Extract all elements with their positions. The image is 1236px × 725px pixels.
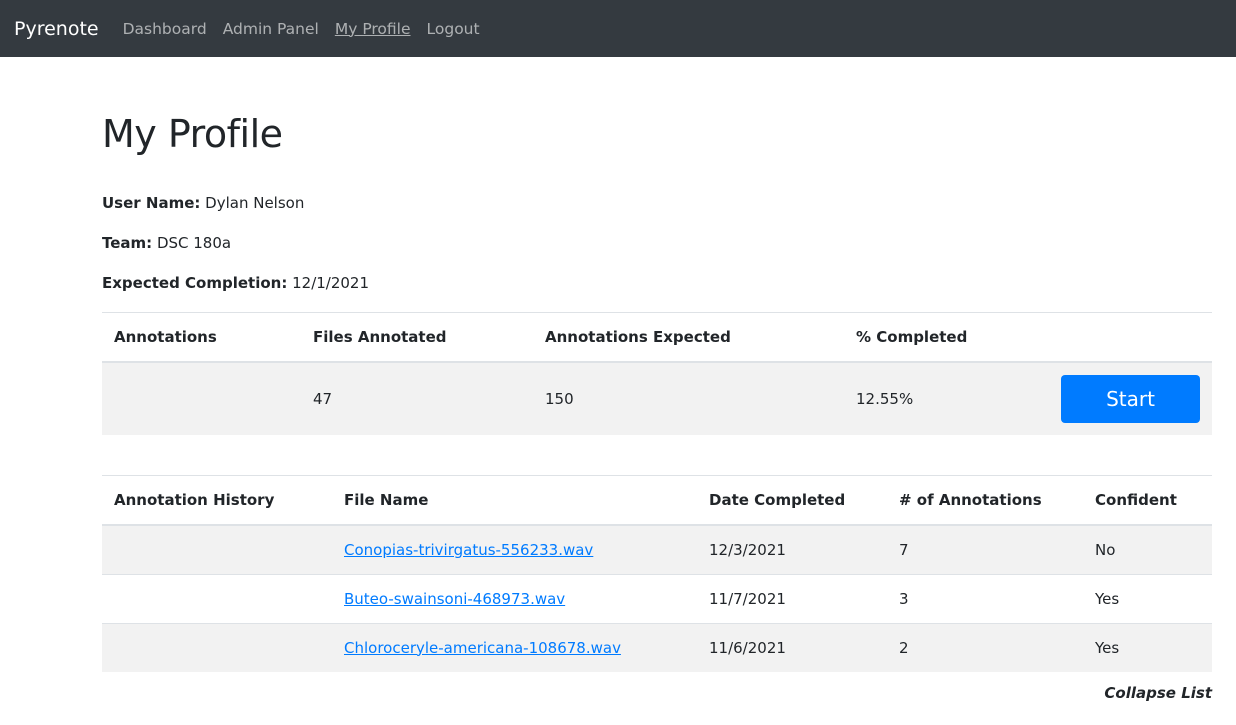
date-cell: 12/3/2021 — [697, 524, 887, 574]
date-cell: 11/6/2021 — [697, 622, 887, 672]
page-title: My Profile — [102, 112, 283, 156]
start-cell: Start — [1010, 361, 1212, 435]
brand-logo[interactable]: Pyrenote — [14, 18, 99, 40]
user-name-line: User Name: Dylan Nelson — [102, 194, 1212, 234]
history-table: Annotation History File Name Date Comple… — [102, 474, 1212, 672]
nav-logout[interactable]: Logout — [427, 20, 480, 38]
confident-cell: Yes — [1083, 622, 1212, 672]
collapse-list-link[interactable]: Collapse List — [1104, 684, 1212, 702]
user-name-label: User Name: — [102, 194, 201, 212]
percent-completed-value: 12.55% — [844, 361, 1011, 435]
count-cell: 2 — [887, 622, 1083, 672]
confident-cell: Yes — [1083, 573, 1212, 623]
table-row: Chloroceryle-americana-108678.wav 11/6/2… — [102, 622, 1212, 672]
file-link[interactable]: Conopias-trivirgatus-556233.wav — [344, 541, 593, 559]
cell-empty — [102, 573, 332, 623]
profile-info: User Name: Dylan Nelson Team: DSC 180a E… — [102, 194, 1212, 314]
file-link[interactable]: Chloroceryle-americana-108678.wav — [344, 639, 621, 657]
team-value: DSC 180a — [156, 234, 232, 252]
col-num-annotations: # of Annotations — [887, 475, 1083, 526]
annotations-expected-value: 150 — [533, 361, 844, 435]
confident-cell: No — [1083, 524, 1212, 574]
col-files-annotated: Files Annotated — [301, 312, 533, 363]
nav-admin-panel[interactable]: Admin Panel — [223, 20, 319, 38]
col-annotations: Annotations — [102, 312, 301, 363]
file-name-cell: Buteo-swainsoni-468973.wav — [332, 573, 697, 623]
nav-dashboard[interactable]: Dashboard — [123, 20, 207, 38]
nav-my-profile[interactable]: My Profile — [335, 20, 411, 38]
col-date-completed: Date Completed — [697, 475, 887, 526]
date-cell: 11/7/2021 — [697, 573, 887, 623]
annotations-row: 47 150 12.55% Start — [102, 361, 1212, 435]
navbar: Pyrenote Dashboard Admin Panel My Profil… — [0, 0, 1236, 57]
main-content: My Profile User Name: Dylan Nelson Team:… — [102, 57, 1212, 672]
team-line: Team: DSC 180a — [102, 234, 1212, 274]
col-percent-completed: % Completed — [844, 312, 1011, 363]
completion-line: Expected Completion: 12/1/2021 — [102, 274, 1212, 314]
col-file-name: File Name — [332, 475, 697, 526]
file-name-cell: Conopias-trivirgatus-556233.wav — [332, 524, 697, 574]
team-label: Team: — [102, 234, 153, 252]
col-confident: Confident — [1083, 475, 1212, 526]
col-action — [1010, 312, 1212, 363]
annotations-table: Annotations Files Annotated Annotations … — [102, 312, 1212, 435]
start-button[interactable]: Start — [1061, 374, 1200, 423]
annotations-header-row: Annotations Files Annotated Annotations … — [102, 312, 1212, 363]
cell-empty — [102, 361, 301, 435]
col-annotation-history: Annotation History — [102, 475, 332, 526]
file-name-cell: Chloroceryle-americana-108678.wav — [332, 622, 697, 672]
completion-value: 12/1/2021 — [292, 274, 370, 292]
cell-empty — [102, 622, 332, 672]
files-annotated-value: 47 — [301, 361, 533, 435]
table-row: Conopias-trivirgatus-556233.wav 12/3/202… — [102, 524, 1212, 574]
count-cell: 3 — [887, 573, 1083, 623]
cell-empty — [102, 524, 332, 574]
file-link[interactable]: Buteo-swainsoni-468973.wav — [344, 590, 565, 608]
history-header-row: Annotation History File Name Date Comple… — [102, 475, 1212, 526]
user-name-value: Dylan Nelson — [205, 194, 305, 212]
col-annotations-expected: Annotations Expected — [533, 312, 844, 363]
count-cell: 7 — [887, 524, 1083, 574]
table-row: Buteo-swainsoni-468973.wav 11/7/2021 3 Y… — [102, 573, 1212, 623]
completion-label: Expected Completion: — [102, 274, 288, 292]
